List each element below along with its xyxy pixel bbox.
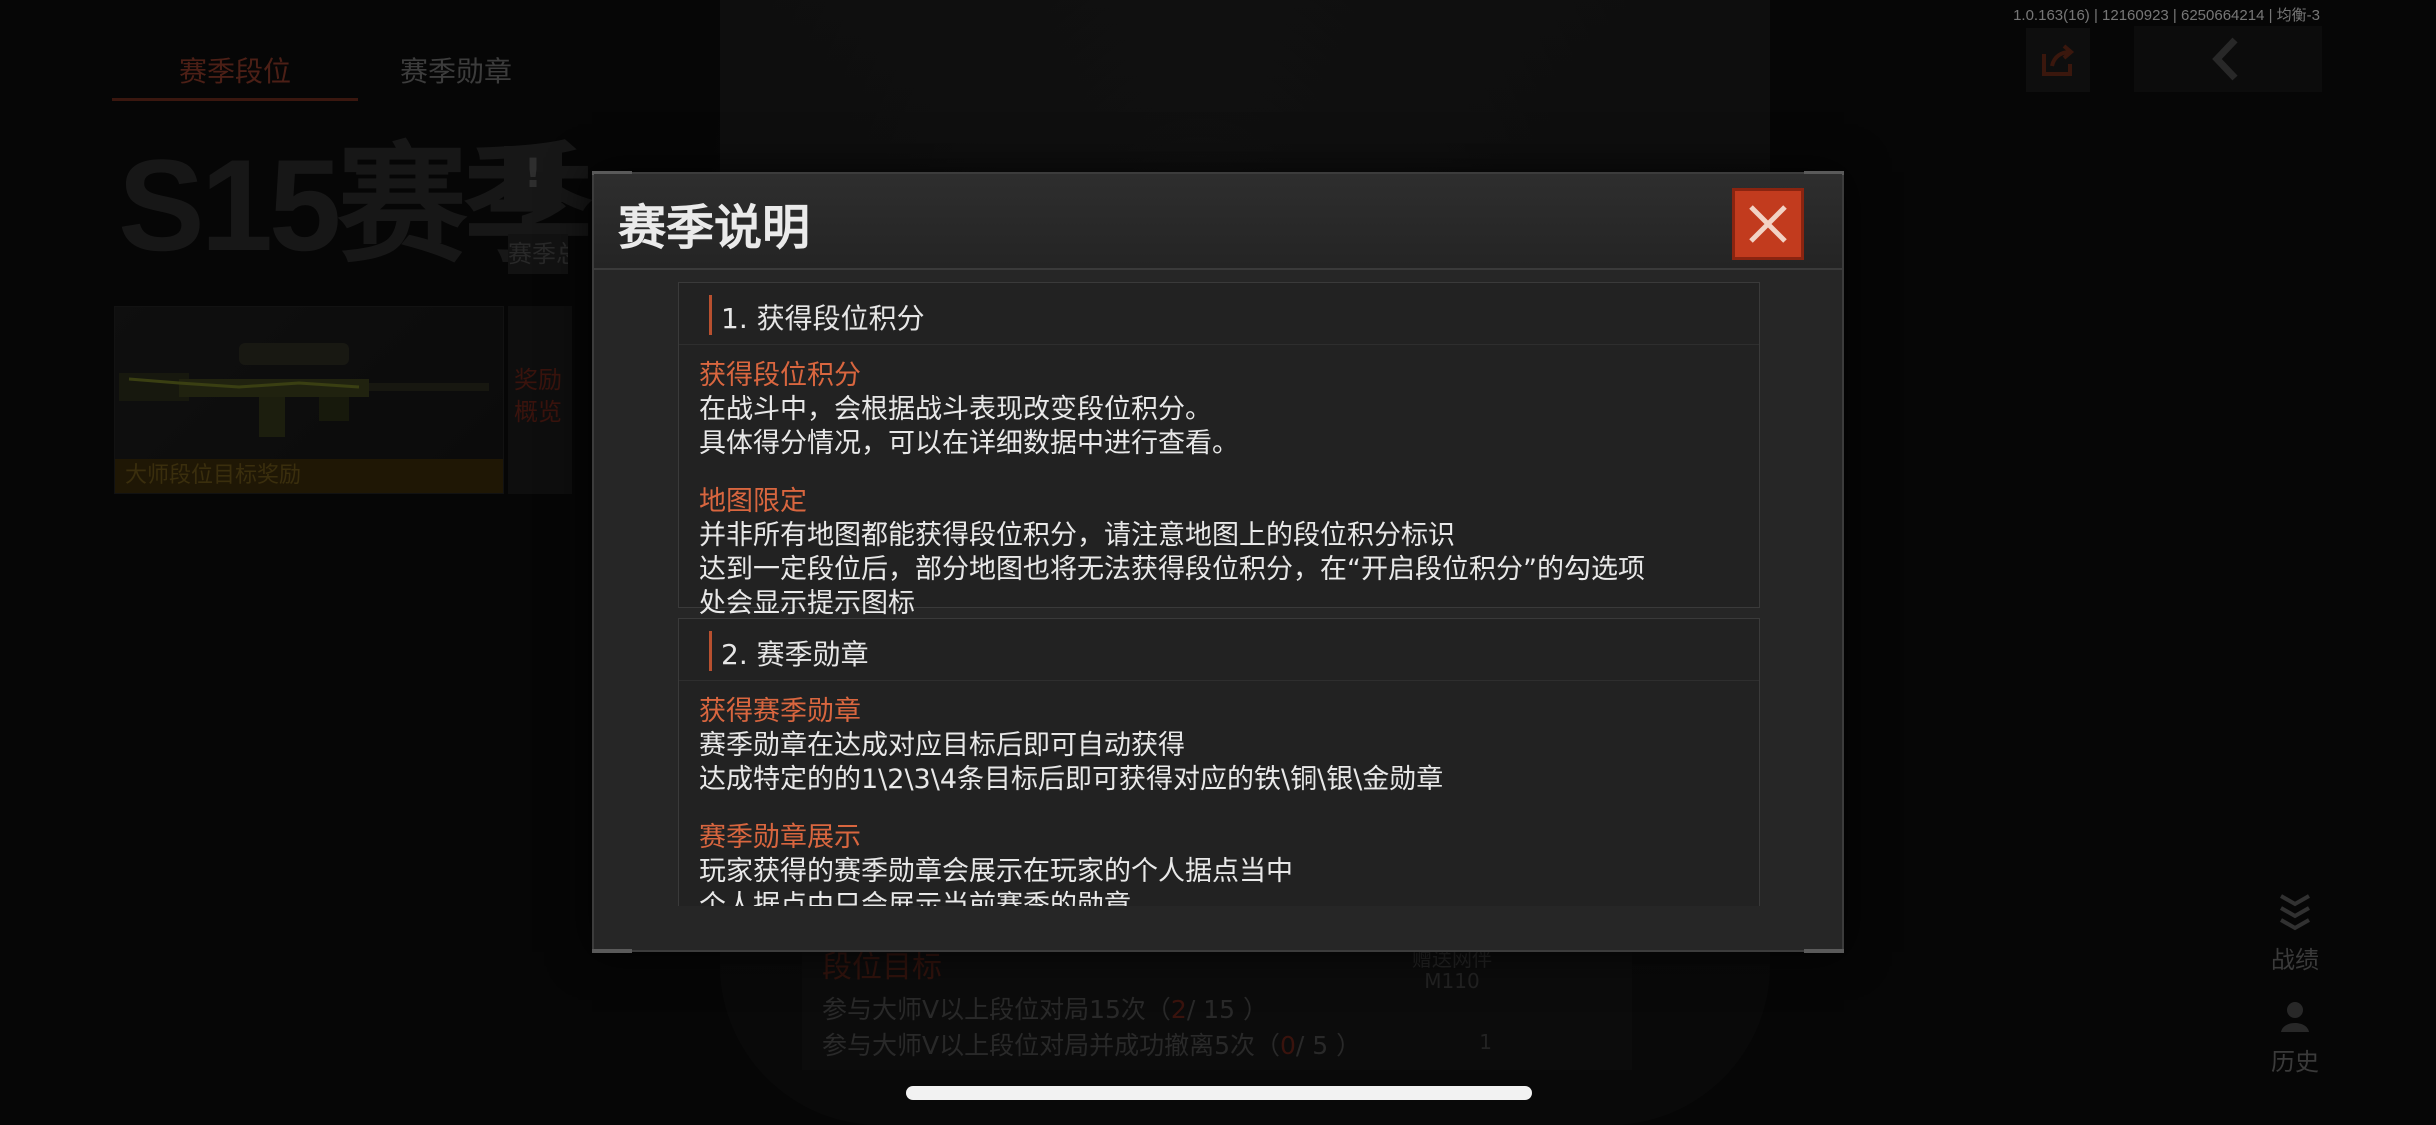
block-text: 处会显示提示图标 (699, 588, 915, 619)
dialog-header: 赛季说明 (594, 174, 1842, 270)
block-subtitle: 获得赛季勋章 (699, 696, 861, 727)
block-text: 具体得分情况，可以在详细数据中进行查看。 (699, 428, 1239, 459)
dialog-scroll-body[interactable]: 1. 获得段位积分 获得段位积分 在战斗中，会根据战斗表现改变段位积分。 具体得… (678, 282, 1760, 906)
section-accent-bar (709, 631, 712, 671)
close-button[interactable] (1732, 188, 1804, 260)
section-header: 1. 获得段位积分 (679, 283, 1759, 345)
block-subtitle: 地图限定 (699, 486, 807, 517)
section-title: 2. 赛季勋章 (721, 638, 869, 671)
section-header: 2. 赛季勋章 (679, 619, 1759, 681)
block-text: 达成特定的的1\2\3\4条目标后即可获得对应的铁\铜\银\金勋章 (699, 764, 1444, 795)
info-section: 2. 赛季勋章 获得赛季勋章 赛季勋章在达成对应目标后即可自动获得 达成特定的的… (678, 618, 1760, 906)
block-text: 玩家获得的赛季勋章会展示在玩家的个人据点当中 (699, 856, 1293, 887)
block-text: 在战斗中，会根据战斗表现改变段位积分。 (699, 394, 1212, 425)
block-subtitle: 获得段位积分 (699, 360, 861, 391)
block-subtitle: 赛季勋章展示 (699, 822, 861, 853)
block-text: 个人据点中只会展示当前赛季的勋章 (699, 890, 1131, 906)
dialog-title: 赛季说明 (618, 200, 811, 256)
info-section: 1. 获得段位积分 获得段位积分 在战斗中，会根据战斗表现改变段位积分。 具体得… (678, 282, 1760, 619)
block-text: 并非所有地图都能获得段位积分，请注意地图上的段位积分标识 (699, 520, 1455, 551)
frame-corner (592, 949, 632, 953)
section-accent-bar (709, 295, 712, 335)
block-text: 达到一定段位后，部分地图也将无法获得段位积分，在“开启段位积分”的勾选项 (699, 554, 1645, 585)
home-indicator[interactable] (906, 1086, 1532, 1100)
close-icon (1749, 205, 1787, 243)
block-text: 赛季勋章在达成对应目标后即可自动获得 (699, 730, 1185, 761)
season-info-dialog: 赛季说明 1. 获得段位积分 获得段位积分 在战斗中，会根据战斗表现改变段位积分… (592, 171, 1844, 953)
frame-corner (1804, 949, 1844, 953)
section-title: 1. 获得段位积分 (721, 302, 925, 335)
